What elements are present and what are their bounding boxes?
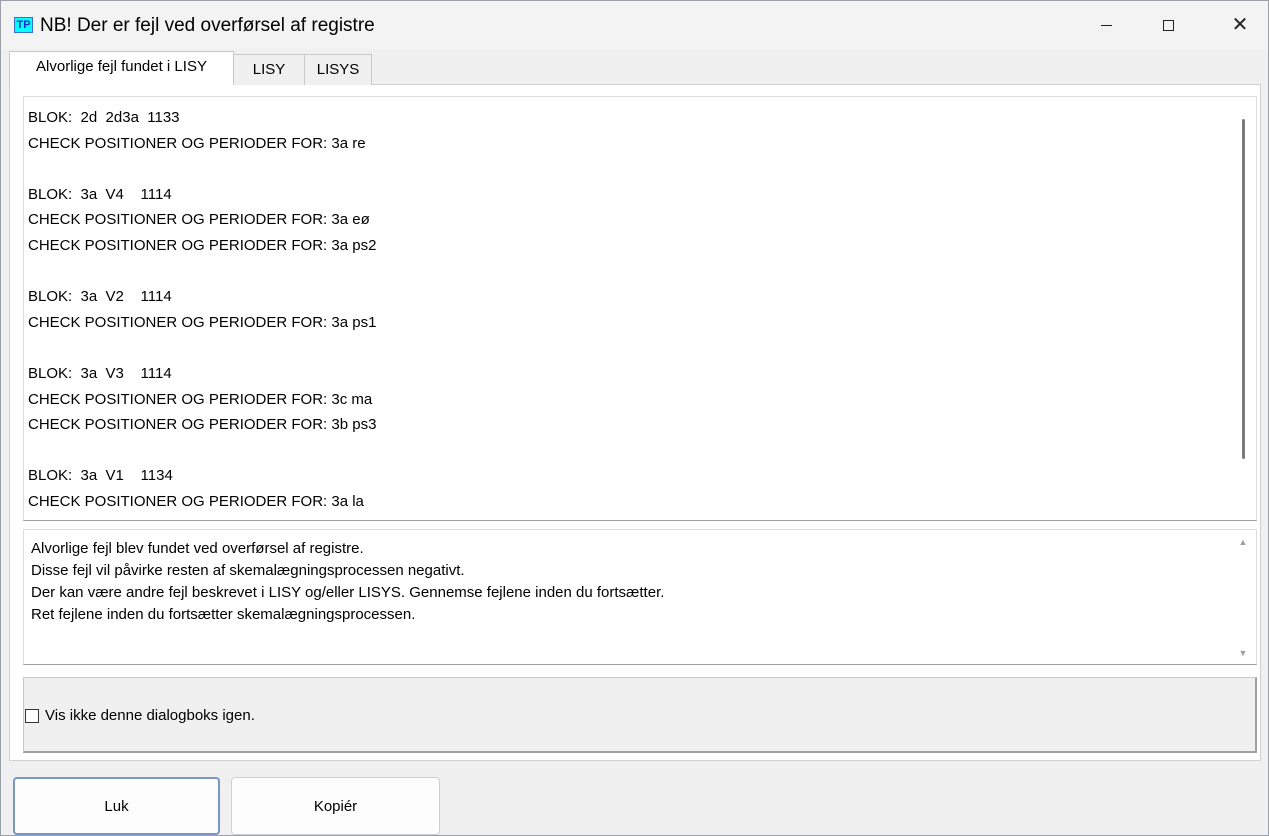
window-title: NB! Der er fejl ved overførsel af regist…: [40, 15, 375, 36]
maximize-button[interactable]: [1145, 1, 1191, 49]
message-textbox[interactable]: Alvorlige fejl blev fundet ved overførse…: [23, 529, 1257, 665]
tab-lisy[interactable]: LISY: [233, 54, 305, 85]
options-group: Vis ikke denne dialogboks igen.: [23, 677, 1257, 753]
copy-button[interactable]: Kopiér: [231, 777, 440, 835]
error-log-textbox[interactable]: BLOK: 2d 2d3a 1133 CHECK POSITIONER OG P…: [23, 96, 1257, 521]
close-icon: ✕: [1231, 14, 1249, 36]
tab-alvorlige-fejl[interactable]: Alvorlige fejl fundet i LISY: [9, 51, 234, 85]
close-button[interactable]: Luk: [13, 777, 220, 835]
app-icon: TP: [14, 17, 33, 33]
error-log-scrollbar[interactable]: [1242, 119, 1245, 459]
dont-show-again-option[interactable]: Vis ikke denne dialogboks igen.: [25, 707, 255, 724]
dont-show-again-label: Vis ikke denne dialogboks igen.: [45, 707, 255, 724]
title-bar[interactable]: TP NB! Der er fejl ved overførsel af reg…: [1, 1, 1268, 49]
maximize-icon: [1162, 19, 1174, 31]
scroll-down-icon[interactable]: ▼: [1237, 648, 1249, 658]
close-window-button[interactable]: ✕: [1217, 1, 1263, 49]
scroll-up-icon[interactable]: ▲: [1237, 537, 1249, 547]
error-log-text: BLOK: 2d 2d3a 1133 CHECK POSITIONER OG P…: [28, 109, 377, 510]
minimize-icon: [1100, 24, 1112, 26]
message-text: Alvorlige fejl blev fundet ved overførse…: [31, 540, 665, 623]
dialog-window: TP NB! Der er fejl ved overførsel af reg…: [0, 0, 1269, 836]
minimize-button[interactable]: [1083, 1, 1129, 49]
dont-show-again-checkbox[interactable]: [25, 708, 39, 723]
tab-lisys[interactable]: LISYS: [304, 54, 372, 85]
